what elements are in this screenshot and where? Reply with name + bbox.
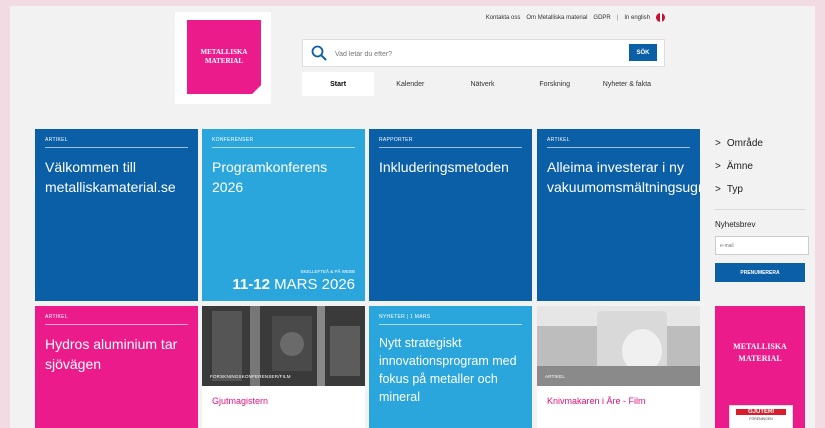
tile-divider [212,147,355,148]
english-link[interactable]: In english [624,15,650,21]
newsletter-label: Nyhetsbrev [715,220,756,229]
tile-inkluderingsmetoden[interactable]: RAPPORTER Inkluderingsmetoden [369,129,532,301]
search-input[interactable] [333,46,617,62]
gdpr-link[interactable]: GDPR [593,15,610,21]
uk-flag-icon[interactable] [656,13,665,22]
divider [715,209,805,210]
tile-gjutmagistern[interactable]: FORSKNINGSKONFERENSER/FILM Gjutmagistern [202,306,365,428]
tile-tag: NYHETER | 1 MARS [379,314,431,320]
contact-link[interactable]: Kontakta oss [486,15,521,21]
logo-line2: MATERIAL [205,57,243,65]
tile-tag: RAPPORTER [379,137,413,143]
tile-title: Nytt strategiskt innovationsprogram med … [379,336,517,405]
tile-tag: ARTIKEL [545,374,566,379]
top-links: Kontakta oss Om Metalliska material GDPR… [486,13,665,22]
filter-omrade[interactable]: > Område [715,132,815,155]
nav-forskning[interactable]: Forskning [519,72,591,96]
event-location: SKELLEFTEÅ & PÅ WEBB [300,269,355,274]
ad-line1: METALLISKA [733,342,787,351]
tile-programkonferens[interactable]: KONFERENSER Programkonferens 2026 SKELLE… [202,129,365,301]
ad-logo-text: METALLISKA MATERIAL [715,341,805,365]
search-icon[interactable] [311,45,327,61]
about-link[interactable]: Om Metalliska material [526,15,587,21]
nav-natverk[interactable]: Nätverk [446,72,518,96]
filter-typ[interactable]: > Typ [715,178,815,201]
tile-tag: ARTIKEL [547,137,570,143]
nav-kalender[interactable]: Kalender [374,72,446,96]
filter-label: Ämne [726,161,753,172]
tile-hydro[interactable]: ARTIKEL Hydros aluminium tar sjövägen [35,306,198,428]
subscribe-button[interactable]: PRENUMERERA [715,263,805,282]
page: Kontakta oss Om Metalliska material GDPR… [10,6,815,428]
tile-title: Inkluderingsmetoden [379,159,509,175]
tile-divider [45,324,188,325]
tile-divider [379,324,522,325]
tile-divider [547,147,690,148]
tile-innovationsprogram[interactable]: NYHETER | 1 MARS Nytt strategiskt innova… [369,306,532,428]
filter-amne[interactable]: > Ämne [715,155,815,178]
tile-title: Hydros aluminium tar sjövägen [45,336,178,373]
tile-title: Alleima investerar i ny vakuumomsmältnin… [547,159,700,196]
tile-tag: ARTIKEL [45,314,68,320]
tile-tag: ARTIKEL [45,137,68,143]
separator: | [616,14,619,21]
newsletter-email-input[interactable] [715,236,809,255]
chevron-right-icon: > [715,161,721,172]
chevron-right-icon: > [715,138,721,149]
tile-caption: Knivmakaren i Åre - Film [547,396,646,406]
main-nav: Start Kalender Nätverk Forskning Nyheter… [302,72,663,96]
nav-start[interactable]: Start [302,72,375,96]
logo-line1: METALLISKA [200,47,248,56]
tile-knivmakaren[interactable]: ARTIKEL Knivmakaren i Åre - Film [537,306,700,428]
ad-banner[interactable]: METALLISKA MATERIAL GJUTERI FÖRENINGEN [715,306,805,428]
tile-valkommen[interactable]: ARTIKEL Välkommen till metalliskamateria… [35,129,198,301]
tile-alleima[interactable]: ARTIKEL Alleima investerar i ny vakuumom… [537,129,700,301]
sidebar: > Område > Ämne > Typ Nyhetsbrev PRENUME… [715,132,815,282]
event-date-days: 11-12 [232,276,270,293]
event-date-month: MARS 2026 [274,276,355,293]
tile-divider [45,147,188,148]
filter-label: Område [726,138,763,149]
search-bar: SÖK [302,39,665,67]
gjuteri-name: GJUTERI [736,409,786,415]
gjuteri-sub: FÖRENINGEN [749,417,773,421]
tile-tag: KONFERENSER [212,137,254,143]
ad-line2: MATERIAL [738,354,782,363]
chevron-right-icon: > [715,184,721,195]
tile-caption: Gjutmagistern [212,396,269,406]
logo[interactable]: METALLISKA MATERIAL [187,20,261,94]
tile-title: Välkommen till metalliskamaterial.se [45,159,176,196]
gjuteri-logo[interactable]: GJUTERI FÖRENINGEN [729,405,793,428]
logo-container[interactable]: METALLISKA MATERIAL [175,12,271,104]
tile-title: Programkonferens 2026 [212,159,328,196]
filter-label: Typ [726,184,743,195]
event-date: 11-12 MARS 2026 [232,276,355,293]
tile-tag: FORSKNINGSKONFERENSER/FILM [210,374,291,379]
search-button[interactable]: SÖK [629,44,657,61]
nav-nyheter[interactable]: Nyheter & fakta [591,72,663,96]
tile-divider [379,147,522,148]
